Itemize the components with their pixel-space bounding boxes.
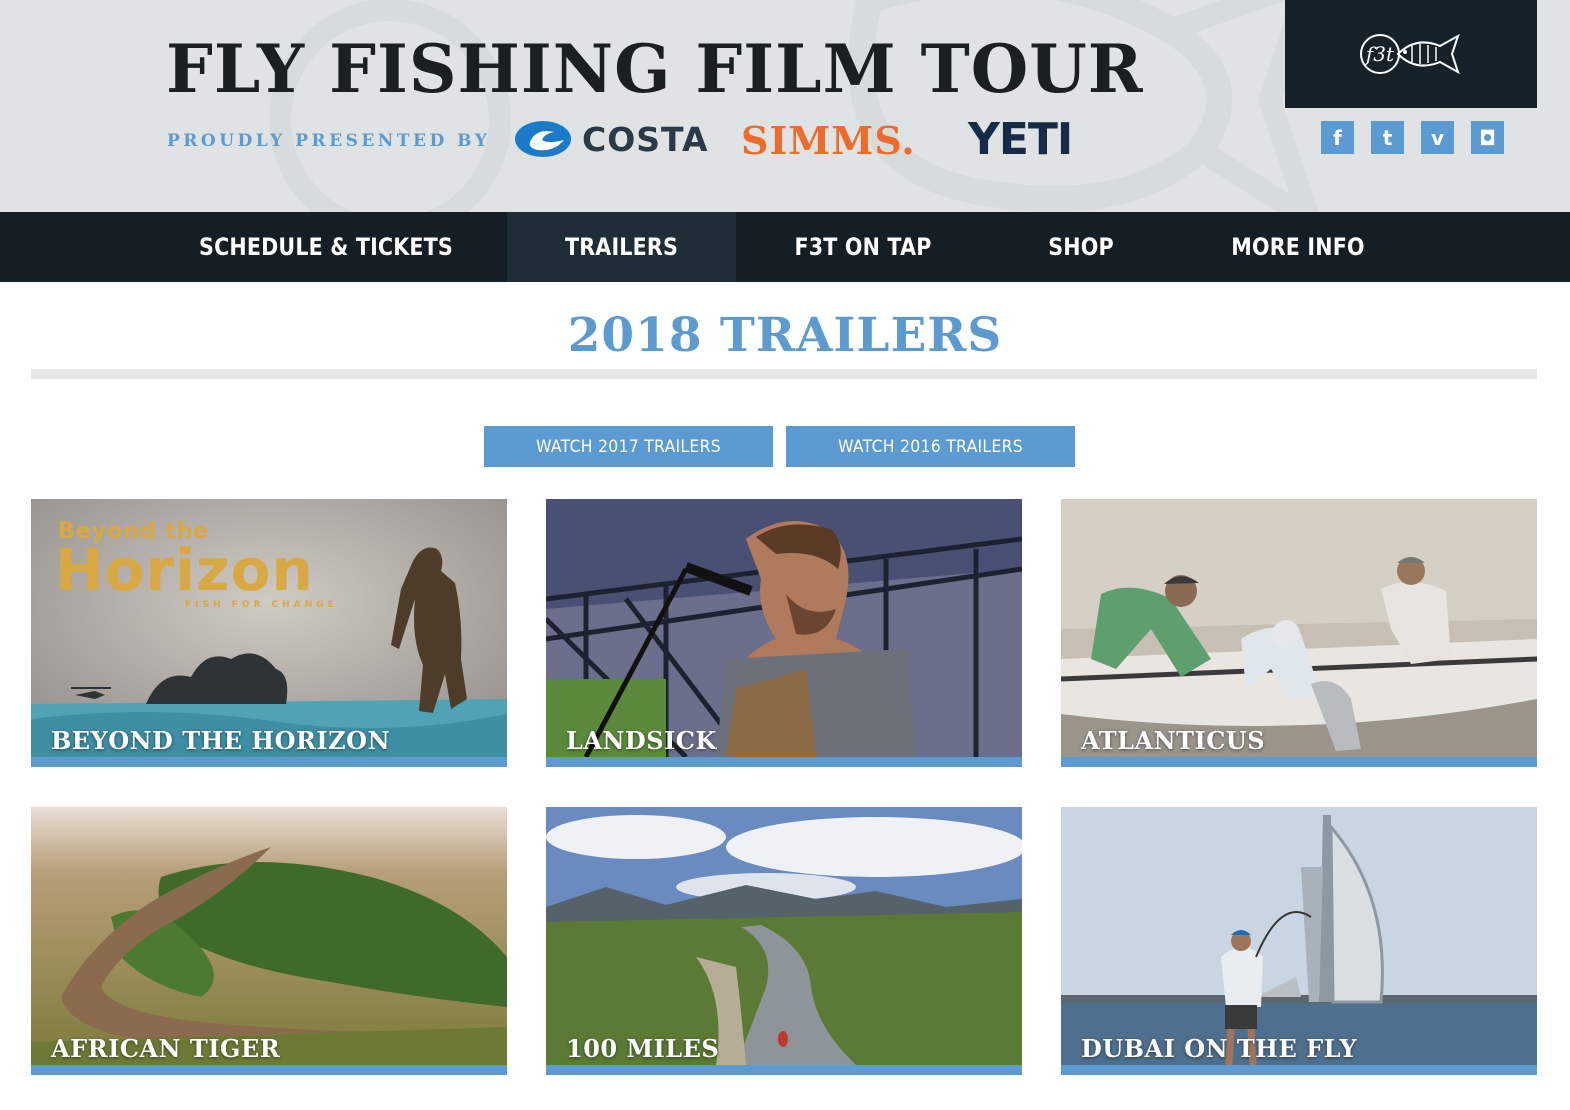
nav-item-more-info[interactable]: MORE INFO: [1221, 212, 1376, 282]
facebook-icon[interactable]: f: [1321, 121, 1354, 154]
card-accent-bar: [31, 757, 507, 767]
vimeo-icon[interactable]: v: [1421, 121, 1454, 154]
card-accent-bar: [546, 1065, 1022, 1075]
trailer-card-100-miles[interactable]: 100 MILES: [546, 807, 1022, 1075]
watch-2016-label: WATCH 2016 TRAILERS: [838, 436, 1023, 457]
trailer-title: 100 MILES: [566, 1034, 720, 1063]
watch-2017-label: WATCH 2017 TRAILERS: [536, 436, 721, 457]
poster-tagline: FISH FOR CHANGE: [185, 600, 338, 610]
nav-item-trailers[interactable]: TRAILERS: [523, 212, 720, 282]
trailer-title: BEYOND THE HORIZON: [51, 726, 391, 755]
site-header: FLY FISHING FILM TOUR PROUDLY PRESENTED …: [0, 0, 1570, 212]
card-accent-bar: [31, 1065, 507, 1075]
trailer-title: LANDSICK: [566, 726, 717, 755]
african-tiger-thumbnail: [31, 807, 507, 1065]
costa-logo-icon: [515, 121, 571, 157]
poster-title-big: Horizon: [55, 536, 314, 604]
card-accent-bar: [546, 757, 1022, 767]
trailer-card-dubai-on-the-fly[interactable]: DUBAI ON THE FLY: [1061, 807, 1537, 1075]
nav-item-shop[interactable]: SHOP: [1029, 212, 1134, 282]
instagram-icon[interactable]: ◘: [1471, 121, 1504, 154]
trailer-title: DUBAI ON THE FLY: [1081, 1034, 1358, 1063]
sponsor-costa[interactable]: COSTA: [514, 118, 709, 160]
100-miles-thumbnail: [546, 807, 1022, 1065]
presented-by-label: PROUDLY PRESENTED BY: [167, 131, 491, 151]
trailer-card-beyond-the-horizon[interactable]: Beyond the Horizon FISH FOR CHANGE BEYON…: [31, 499, 507, 767]
site-title[interactable]: FLY FISHING FILM TOUR: [166, 36, 1144, 102]
sponsor-yeti[interactable]: YETI: [968, 118, 1073, 162]
trailer-title: ATLANTICUS: [1081, 726, 1266, 755]
social-links: f t v ◘: [1321, 121, 1504, 154]
atlanticus-thumbnail: [1061, 499, 1537, 757]
watch-2017-trailers-button[interactable]: WATCH 2017 TRAILERS: [484, 426, 773, 467]
svg-text:f3t: f3t: [1364, 42, 1395, 66]
trailer-card-landsick[interactable]: LANDSICK: [546, 499, 1022, 767]
dubai-on-the-fly-thumbnail: [1061, 807, 1537, 1065]
watch-2016-trailers-button[interactable]: WATCH 2016 TRAILERS: [786, 426, 1075, 467]
trailer-title: AFRICAN TIGER: [51, 1034, 281, 1063]
title-divider: [31, 369, 1537, 379]
card-accent-bar: [1061, 1065, 1537, 1075]
landsick-thumbnail: [546, 499, 1022, 757]
nav-item-schedule-tickets[interactable]: SCHEDULE & TICKETS: [197, 212, 455, 282]
sponsor-simms[interactable]: SIMMS.: [741, 122, 916, 160]
trailer-card-atlanticus[interactable]: ATLANTICUS: [1061, 499, 1537, 767]
trailer-card-african-tiger[interactable]: AFRICAN TIGER: [31, 807, 507, 1075]
main-nav: SCHEDULE & TICKETS TRAILERS F3T ON TAP S…: [0, 212, 1570, 282]
costa-wordmark: COSTA: [582, 119, 709, 159]
f3t-fish-logo-icon: f3t: [1360, 33, 1460, 75]
card-accent-bar: [1061, 757, 1537, 767]
nav-item-f3t-on-tap[interactable]: F3T ON TAP: [780, 212, 947, 282]
f3t-logo[interactable]: f3t: [1285, 0, 1537, 108]
page-title: 2018 TRAILERS: [567, 308, 1003, 363]
twitter-icon[interactable]: t: [1371, 121, 1404, 154]
